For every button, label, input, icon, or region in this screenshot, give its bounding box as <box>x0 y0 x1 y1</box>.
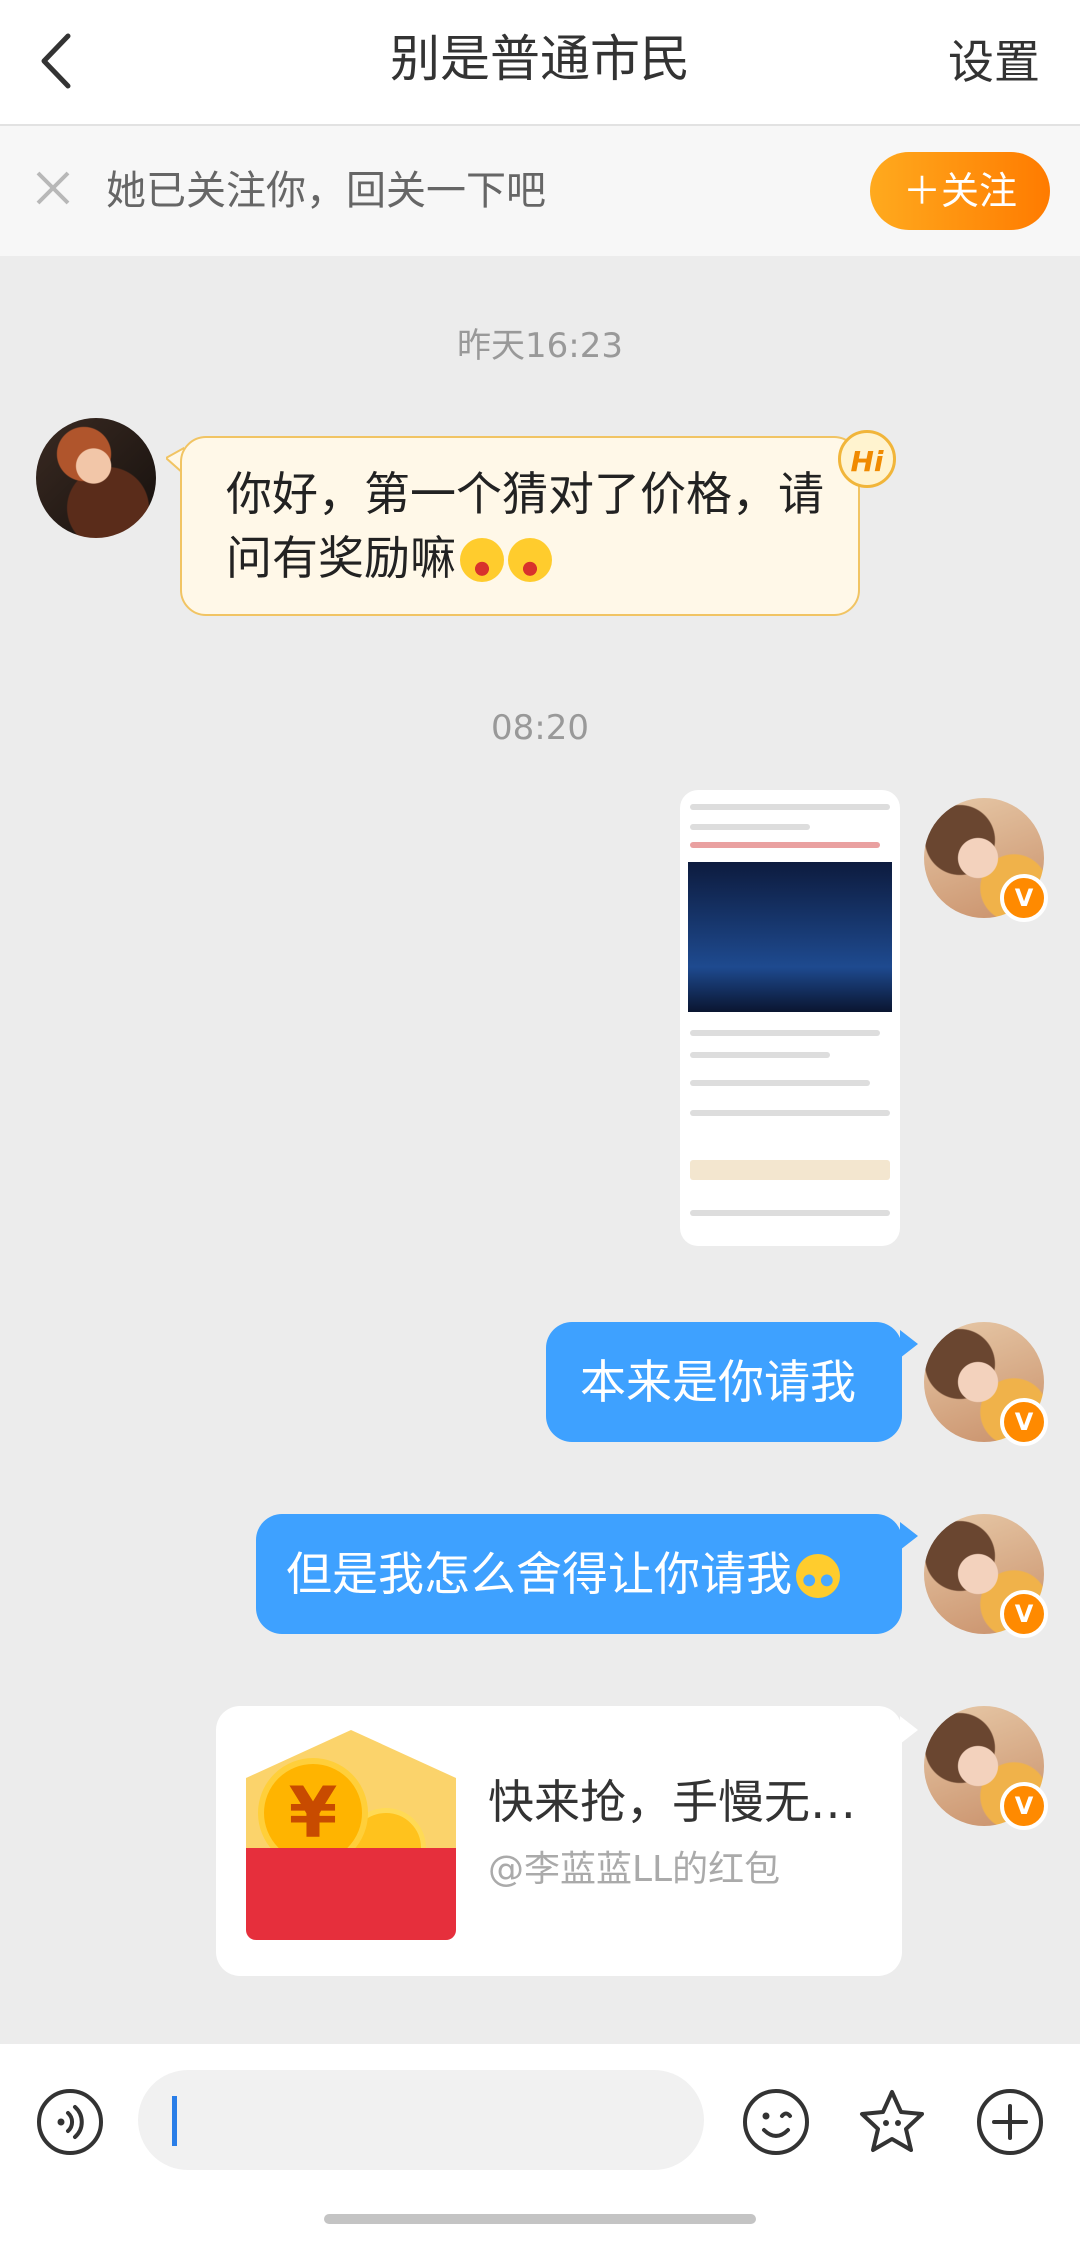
follow-banner-text: 她已关注你，回关一下吧 <box>106 168 546 214</box>
red-packet-title: 快来抢，手慢无… <box>488 1775 856 1829</box>
voice-icon[interactable] <box>34 2086 106 2158</box>
red-packet-sender: @李蓝蓝LL的红包 <box>488 1849 781 1890</box>
crying-laughing-emoji-icon <box>796 1554 840 1598</box>
laughing-emoji-icon <box>508 538 552 582</box>
timestamp: 昨天16:23 <box>457 326 623 366</box>
bubble-tail <box>900 1330 918 1358</box>
thumbnail-stage-image <box>688 862 892 1012</box>
hi-badge: Hi <box>838 430 896 488</box>
outgoing-message-bubble[interactable]: 本来是你请我 <box>546 1322 902 1442</box>
emoji-icon[interactable] <box>740 2086 812 2158</box>
image-message-thumbnail[interactable] <box>680 790 900 1246</box>
verified-badge-icon: V <box>1000 1590 1048 1638</box>
close-icon[interactable] <box>30 165 76 211</box>
verified-badge-icon: V <box>1000 874 1048 922</box>
red-packet-icon: ¥ <box>246 1730 456 1940</box>
sticker-icon[interactable] <box>856 2086 928 2158</box>
timestamp: 08:20 <box>491 708 589 748</box>
incoming-message-text: 你好，第一个猜对了价格，请问有奖励嘛 <box>226 467 824 585</box>
message-input[interactable] <box>138 2070 704 2170</box>
home-indicator[interactable] <box>324 2214 756 2224</box>
laughing-emoji-icon <box>460 538 504 582</box>
text-cursor <box>172 2096 177 2146</box>
bubble-tail <box>900 1716 918 1744</box>
bubble-tail <box>900 1522 918 1550</box>
chat-title: 别是普通市民 <box>390 30 690 88</box>
settings-button[interactable]: 设置 <box>948 0 1040 124</box>
outgoing-message-bubble[interactable]: 但是我怎么舍得让你请我 <box>256 1514 902 1634</box>
plus-icon[interactable] <box>974 2086 1046 2158</box>
contact-avatar[interactable] <box>36 418 156 538</box>
follow-back-button[interactable]: ＋关注 <box>870 152 1050 230</box>
verified-badge-icon: V <box>1000 1398 1048 1446</box>
verified-badge-icon: V <box>1000 1782 1048 1830</box>
